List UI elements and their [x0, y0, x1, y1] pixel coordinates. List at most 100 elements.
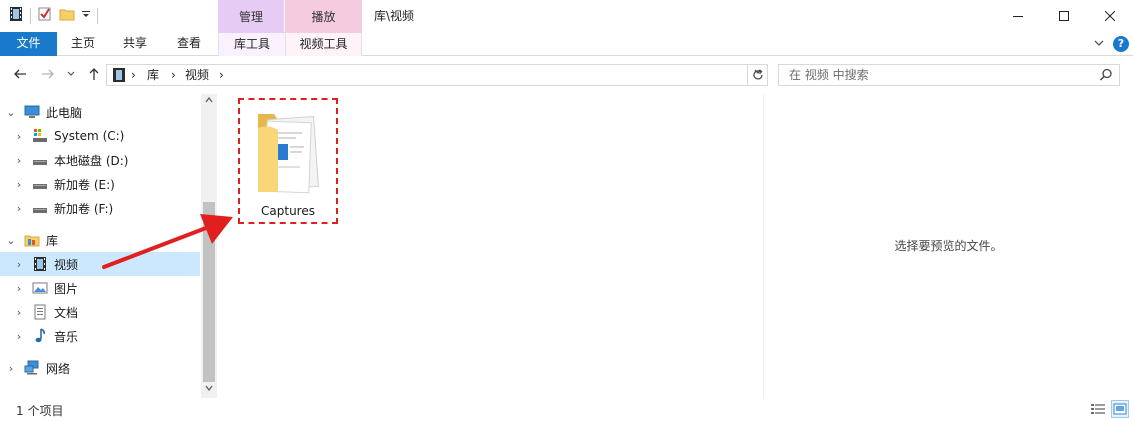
preview-pane: 选择要预览的文件。 [764, 94, 1133, 398]
chevron-right-icon[interactable]: › [14, 282, 24, 295]
navigation-scrollbar[interactable] [201, 94, 217, 398]
chevron-right-icon[interactable]: › [6, 362, 16, 375]
music-library-icon [32, 328, 48, 344]
breadcrumb-videos[interactable]: 视频 [185, 65, 209, 85]
breadcrumb-separator[interactable]: › [219, 65, 224, 85]
tree-item-label: 新加卷 (F:) [54, 201, 114, 216]
tree-item-drive-f[interactable]: › 新加卷 (F:) [0, 196, 200, 220]
tree-item-videos[interactable]: › 视频 [0, 252, 200, 276]
drive-icon [32, 200, 48, 216]
documents-library-icon [32, 304, 48, 320]
qat-separator [30, 7, 31, 24]
folder-name: Captures [261, 204, 315, 218]
refresh-icon[interactable] [751, 68, 765, 86]
minimize-icon [1013, 16, 1023, 17]
tree-item-libraries[interactable]: ⌄ 库 [0, 228, 200, 252]
tree-item-label: 音乐 [54, 329, 79, 344]
chevron-right-icon[interactable]: › [14, 202, 24, 215]
system-drive-icon [32, 128, 48, 144]
drive-icon [32, 176, 48, 192]
tree-item-label: 图片 [54, 281, 79, 296]
preview-message: 选择要预览的文件。 [894, 239, 1003, 253]
navigation-bar: › 库 › 视频 › [0, 58, 1133, 92]
breadcrumb-separator[interactable]: › [171, 65, 176, 85]
tree-item-label: 新加卷 (E:) [54, 177, 115, 192]
chevron-right-icon[interactable]: › [14, 130, 24, 143]
tab-share[interactable]: 共享 [109, 32, 161, 56]
address-bar[interactable]: › 库 › 视频 › [106, 64, 748, 86]
window-title: 库\视频 [374, 9, 415, 23]
scrollbar-thumb[interactable] [203, 202, 215, 382]
chevron-down-icon[interactable]: ⌄ [6, 106, 16, 119]
tree-item-pictures[interactable]: › 图片 [0, 276, 200, 300]
scroll-down-button[interactable] [201, 382, 217, 398]
new-folder-icon[interactable] [59, 6, 75, 25]
tab-home[interactable]: 主页 [57, 32, 109, 56]
chevron-right-icon[interactable]: › [14, 258, 24, 271]
tree-item-label: 库 [46, 233, 59, 248]
video-library-icon [111, 67, 127, 86]
expand-ribbon-icon[interactable] [1093, 37, 1105, 52]
quick-access-toolbar [8, 6, 98, 25]
details-view-icon [1091, 404, 1105, 414]
tree-item-drive-d[interactable]: › 本地磁盘 (D:) [0, 148, 200, 172]
search-input[interactable] [779, 65, 1079, 85]
video-app-icon[interactable] [8, 6, 24, 25]
search-icon[interactable] [1099, 68, 1113, 85]
ribbon-tabs: 文件 主页 共享 查看 库工具 视频工具 [0, 32, 1133, 56]
details-view-button[interactable] [1089, 400, 1107, 418]
chevron-right-icon[interactable]: › [14, 330, 24, 343]
tab-file[interactable]: 文件 [0, 32, 57, 56]
qat-dropdown-icon[interactable] [81, 6, 91, 25]
breadcrumb-separator[interactable]: › [131, 65, 136, 85]
chevron-up-icon [205, 96, 213, 103]
ribbon-right-controls: ? [1093, 36, 1129, 52]
search-box[interactable] [778, 64, 1120, 86]
tree-item-documents[interactable]: › 文档 [0, 300, 200, 324]
recent-locations-chevron-icon[interactable] [66, 66, 76, 85]
breadcrumb-library[interactable]: 库 [147, 65, 159, 85]
computer-icon [24, 104, 40, 120]
tree-item-label: 文档 [54, 305, 79, 320]
properties-icon[interactable] [37, 6, 53, 25]
tree-item-music[interactable]: › 音乐 [0, 324, 200, 348]
help-icon[interactable]: ? [1113, 36, 1129, 52]
tree-item-drive-c[interactable]: › System (C:) [0, 124, 200, 148]
large-icons-view-icon [1113, 403, 1127, 415]
video-library-icon [32, 256, 48, 272]
chevron-right-icon[interactable]: › [14, 306, 24, 319]
qat-separator [97, 7, 98, 24]
large-icons-view-button[interactable] [1111, 400, 1129, 418]
tab-library-tools[interactable]: 库工具 [218, 32, 285, 56]
pictures-library-icon [32, 280, 48, 296]
library-icon [24, 232, 40, 248]
tab-view[interactable]: 查看 [161, 32, 217, 56]
tree-item-this-pc[interactable]: ⌄ 此电脑 [0, 100, 200, 124]
context-group-manage: 管理 [218, 0, 284, 32]
navigation-pane: ⌄ 此电脑 › System (C:) › 本地磁盘 (D:) › 新加卷 (E… [0, 94, 218, 398]
chevron-down-icon [205, 385, 213, 392]
up-arrow-icon[interactable] [86, 66, 102, 85]
tree-item-drive-e[interactable]: › 新加卷 (E:) [0, 172, 200, 196]
chevron-right-icon[interactable]: › [14, 154, 24, 167]
chevron-down-icon[interactable]: ⌄ [6, 234, 16, 247]
tree-item-label: 视频 [54, 257, 79, 272]
folder-icon [254, 108, 322, 199]
back-arrow-icon[interactable] [12, 66, 28, 85]
chevron-right-icon[interactable]: › [14, 178, 24, 191]
folder-item-captures[interactable]: Captures [238, 98, 338, 224]
close-button[interactable] [1087, 0, 1133, 32]
tree-item-label: 网络 [46, 361, 71, 376]
tree-item-network[interactable]: › 网络 [0, 356, 200, 380]
file-list[interactable]: Captures [218, 94, 763, 398]
close-icon [1105, 11, 1115, 21]
forward-arrow-icon[interactable] [40, 66, 56, 85]
maximize-button[interactable] [1041, 0, 1087, 32]
status-bar: 1 个项目 [0, 398, 1133, 422]
title-bar: 管理 播放 库\视频 [0, 0, 1133, 32]
scroll-up-button[interactable] [201, 94, 217, 110]
minimize-button[interactable] [995, 0, 1041, 32]
network-icon [24, 360, 40, 376]
tab-video-tools[interactable]: 视频工具 [285, 32, 362, 56]
tree-item-label: 此电脑 [46, 105, 83, 120]
